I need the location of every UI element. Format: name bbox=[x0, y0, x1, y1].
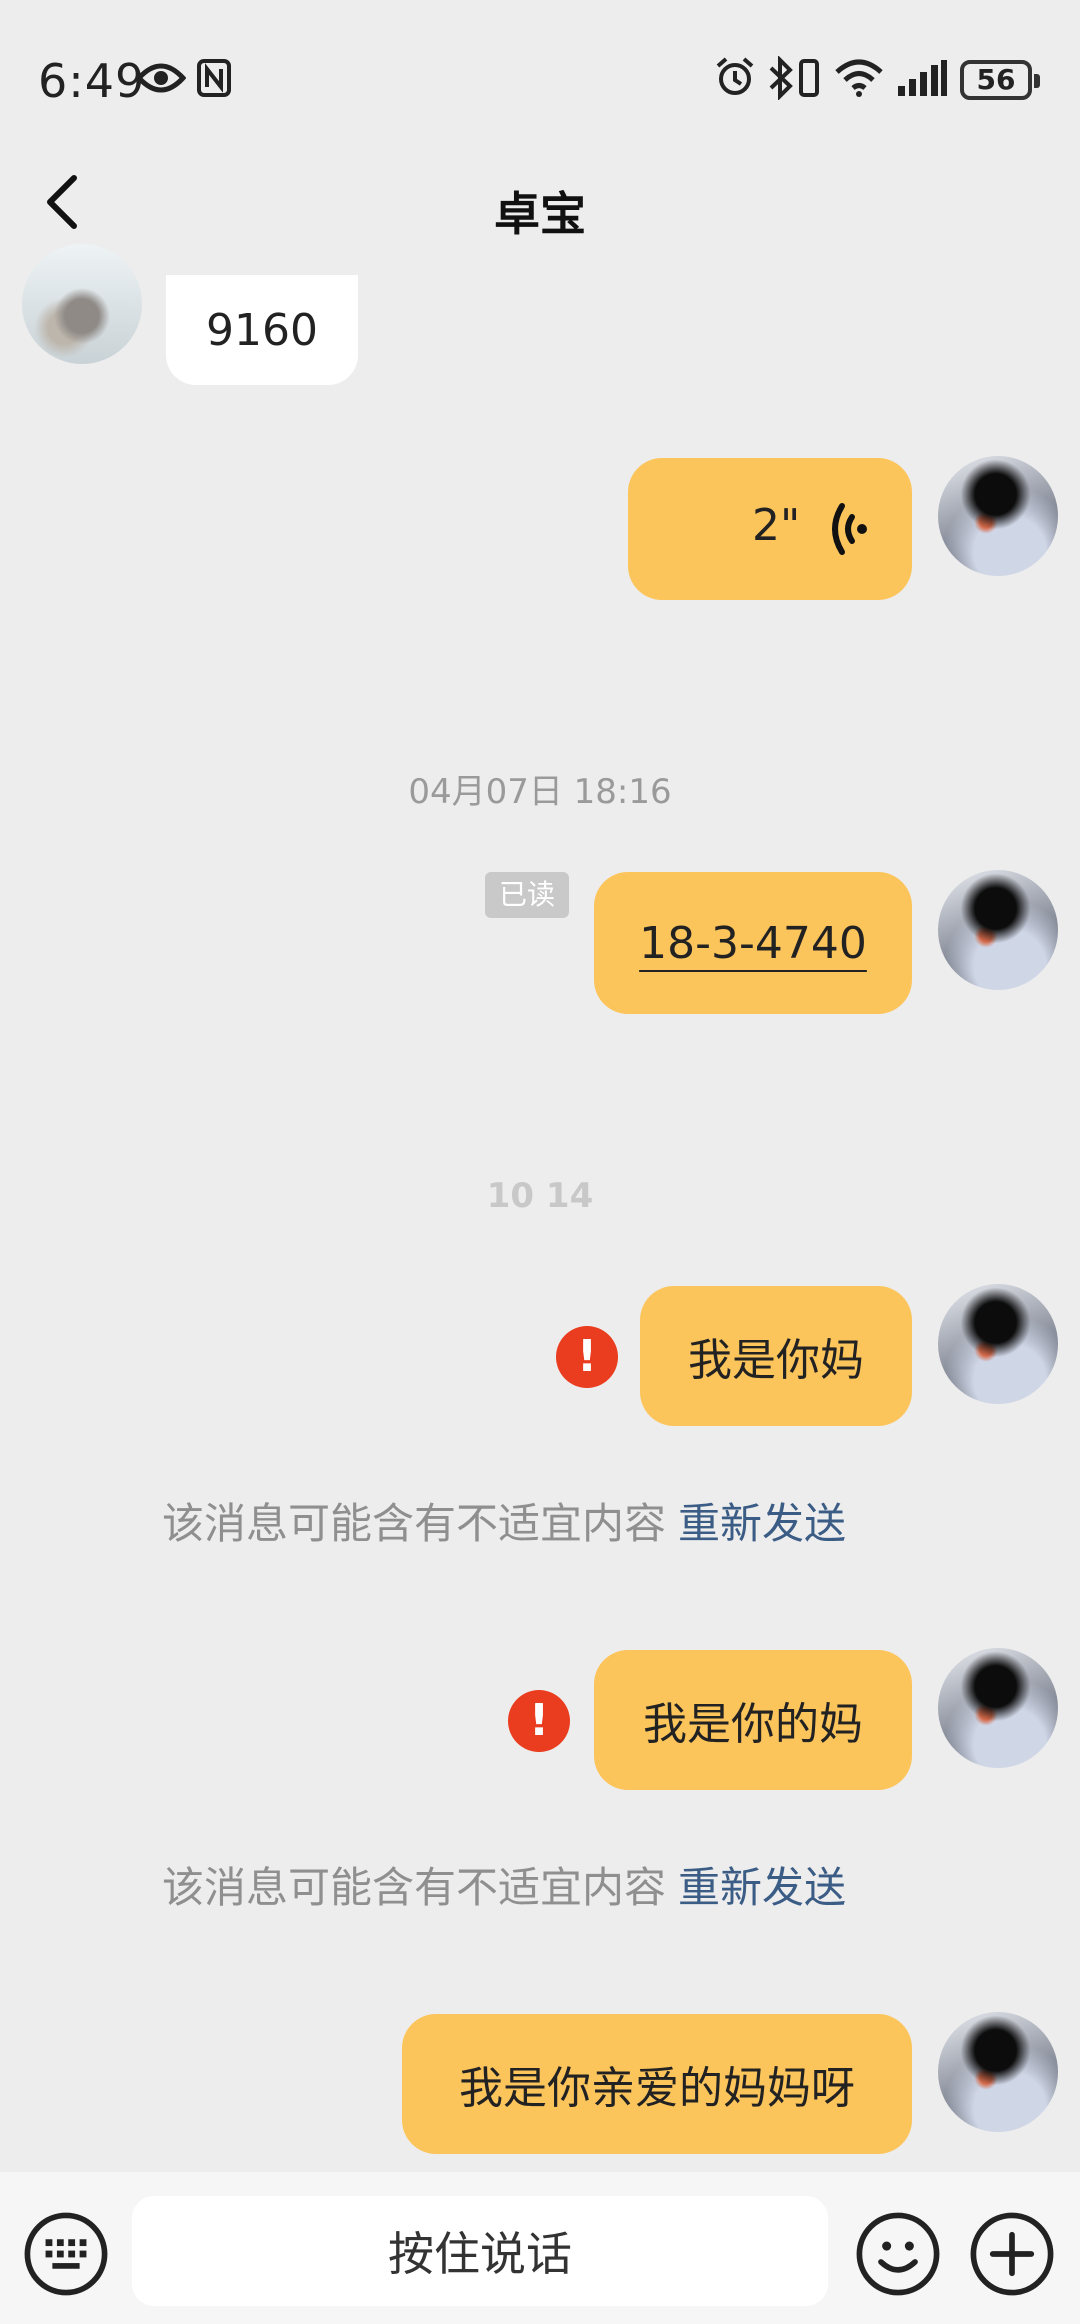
message-text: 我是你的妈 bbox=[643, 1699, 863, 1750]
resend-link[interactable]: 重新发送 bbox=[678, 1863, 846, 1912]
content-warning-notice: 该消息可能含有不适宜内容 重新发送 bbox=[162, 1854, 846, 1915]
hold-to-talk-button[interactable]: 按住说话 bbox=[132, 2196, 828, 2306]
message-text: 我是你亲爱的妈妈呀 bbox=[459, 2063, 855, 2114]
status-bar: 6:49 56 bbox=[0, 0, 1080, 160]
message-text: 我是你妈 bbox=[688, 1335, 864, 1386]
send-failed-icon[interactable]: ! bbox=[556, 1326, 618, 1388]
wifi-icon bbox=[835, 59, 883, 97]
battery-icon: 56 bbox=[960, 60, 1040, 100]
contact-avatar[interactable] bbox=[22, 244, 142, 364]
notice-text: 该消息可能含有不适宜内容 bbox=[162, 1499, 667, 1548]
voice-wave-icon bbox=[832, 503, 867, 555]
my-avatar[interactable] bbox=[938, 2012, 1058, 2132]
bluetooth-icon bbox=[769, 56, 793, 100]
notice-text: 该消息可能含有不适宜内容 bbox=[162, 1863, 667, 1912]
voice-duration: 2" bbox=[752, 500, 801, 551]
message-bubble[interactable]: 9160 bbox=[166, 275, 358, 385]
read-receipt-badge: 已读 bbox=[485, 872, 569, 918]
resend-link[interactable]: 重新发送 bbox=[678, 1499, 846, 1548]
message-bubble[interactable]: 18-3-4740 bbox=[594, 872, 912, 1014]
input-bar: 按住说话 bbox=[0, 2172, 1080, 2324]
my-avatar[interactable] bbox=[938, 1648, 1058, 1768]
my-avatar[interactable] bbox=[938, 456, 1058, 576]
plus-icon[interactable] bbox=[970, 2212, 1054, 2296]
content-warning-notice: 该消息可能含有不适宜内容 重新发送 bbox=[162, 1490, 846, 1551]
chat-screen: 6:49 56 卓宝 9160 2" 04月07日 18:16 已读 18-3-… bbox=[0, 0, 1080, 2324]
phone-link[interactable]: 18-3-4740 bbox=[639, 918, 867, 969]
signal-icon bbox=[898, 60, 947, 96]
status-time: 6:49 bbox=[38, 54, 146, 108]
message-bubble[interactable]: 我是你妈 bbox=[640, 1286, 912, 1426]
nfc-icon bbox=[197, 59, 231, 97]
keyboard-icon[interactable] bbox=[24, 2212, 108, 2296]
emoji-icon[interactable] bbox=[856, 2212, 940, 2296]
message-bubble[interactable]: 我是你亲爱的妈妈呀 bbox=[402, 2014, 912, 2154]
chat-timestamp: 04月07日 18:16 bbox=[408, 772, 672, 812]
eye-icon bbox=[136, 63, 186, 93]
my-avatar[interactable] bbox=[938, 870, 1058, 990]
alarm-icon bbox=[716, 57, 754, 95]
my-avatar[interactable] bbox=[938, 1284, 1058, 1404]
phone-vibrate-icon bbox=[799, 59, 819, 97]
message-text: 9160 bbox=[206, 304, 318, 356]
chat-timestamp: 10 14 bbox=[486, 1176, 594, 1216]
chat-title: 卓宝 bbox=[494, 187, 586, 241]
send-failed-icon[interactable]: ! bbox=[508, 1690, 570, 1752]
message-bubble[interactable]: 我是你的妈 bbox=[594, 1650, 912, 1790]
